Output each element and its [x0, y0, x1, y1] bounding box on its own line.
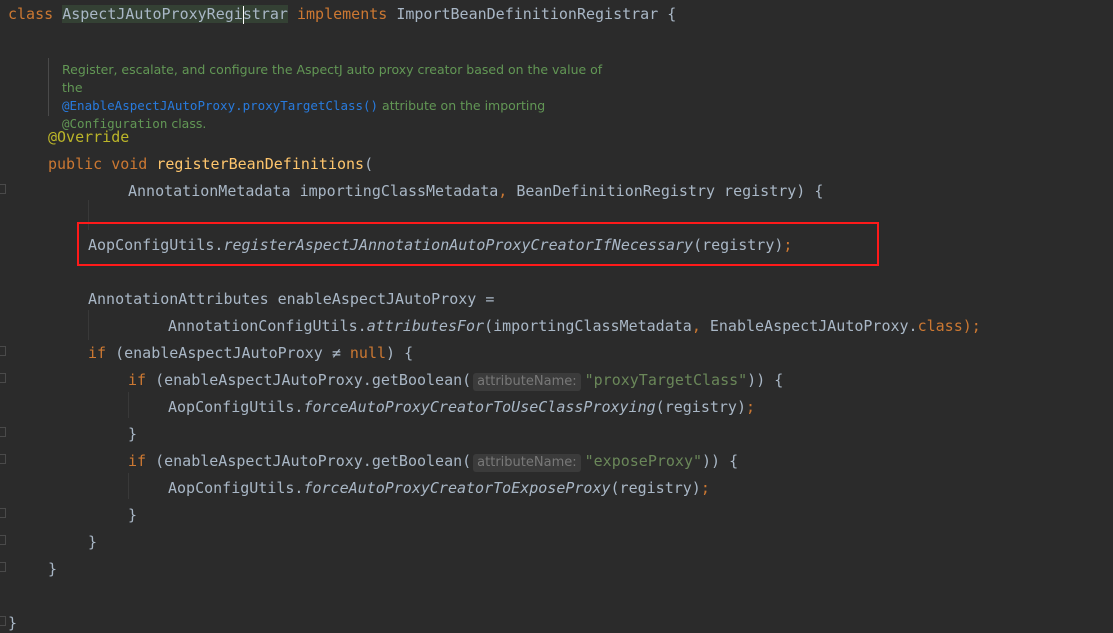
if-null-check[interactable]: if (enableAspectJAutoProxy ≠ null) {	[88, 343, 413, 363]
fold-marker[interactable]	[0, 454, 6, 464]
override-annotation[interactable]: @Override	[48, 127, 129, 147]
fold-marker[interactable]	[0, 616, 6, 626]
close-brace[interactable]: }	[128, 424, 137, 444]
highlighted-statement[interactable]: AopConfigUtils.registerAspectJAnnotation…	[88, 235, 792, 255]
method-name: registerBeanDefinitions	[156, 155, 365, 173]
fold-marker[interactable]	[0, 508, 6, 518]
close-brace[interactable]: }	[48, 559, 57, 579]
fold-marker[interactable]	[0, 346, 6, 356]
javadoc-comment: Register, escalate, and configure the As…	[48, 58, 608, 131]
close-brace[interactable]: }	[88, 532, 97, 552]
string-literal: "exposeProxy"	[584, 452, 703, 470]
interface-name: ImportBeanDefinitionRegistrar	[396, 5, 659, 23]
doc-line: Register, escalate, and configure the As…	[62, 62, 603, 95]
keyword-class: class	[8, 5, 54, 23]
method-params[interactable]: AnnotationMetadata importingClassMetadat…	[128, 181, 823, 201]
force-expose-proxy-call[interactable]: AopConfigUtils.forceAutoProxyCreatorToEx…	[168, 478, 710, 498]
open-brace: {	[667, 5, 677, 23]
indent-guide	[128, 392, 129, 418]
code-editor[interactable]: class AspectJAutoProxyRegistrar implemen…	[0, 0, 1113, 632]
close-brace[interactable]: }	[8, 613, 17, 633]
if-expose-proxy[interactable]: if (enableAspectJAutoProxy.getBoolean(at…	[128, 451, 738, 472]
class-name[interactable]: AspectJAutoProxyRegistrar	[62, 5, 288, 24]
class-declaration[interactable]: class AspectJAutoProxyRegistrar implemen…	[8, 4, 676, 24]
parameter-hint: attributeName:	[473, 373, 581, 391]
string-literal: "proxyTargetClass"	[584, 371, 748, 389]
fold-marker[interactable]	[0, 562, 6, 572]
force-class-proxying-call[interactable]: AopConfigUtils.forceAutoProxyCreatorToUs…	[168, 397, 755, 417]
method-declaration[interactable]: public void registerBeanDefinitions(	[48, 154, 373, 174]
parameter-hint: attributeName:	[473, 454, 581, 472]
keyword-implements: implements	[297, 5, 388, 23]
doc-line: @Configuration class.	[62, 116, 207, 131]
attributes-declaration[interactable]: AnnotationAttributes enableAspectJAutoPr…	[88, 289, 494, 309]
if-proxy-target-class[interactable]: if (enableAspectJAutoProxy.getBoolean(at…	[128, 370, 783, 391]
doc-link[interactable]: @EnableAspectJAutoProxy.proxyTargetClass…	[62, 98, 378, 113]
indent-guide	[128, 473, 129, 499]
fold-marker[interactable]	[0, 184, 6, 194]
fold-marker[interactable]	[0, 427, 6, 437]
fold-marker[interactable]	[0, 535, 6, 545]
fold-marker[interactable]	[0, 373, 6, 383]
indent-guide	[88, 310, 89, 340]
close-brace[interactable]: }	[128, 505, 137, 525]
doc-line: @EnableAspectJAutoProxy.proxyTargetClass…	[62, 98, 546, 113]
attributes-initializer[interactable]: AnnotationConfigUtils.attributesFor(impo…	[168, 316, 981, 336]
